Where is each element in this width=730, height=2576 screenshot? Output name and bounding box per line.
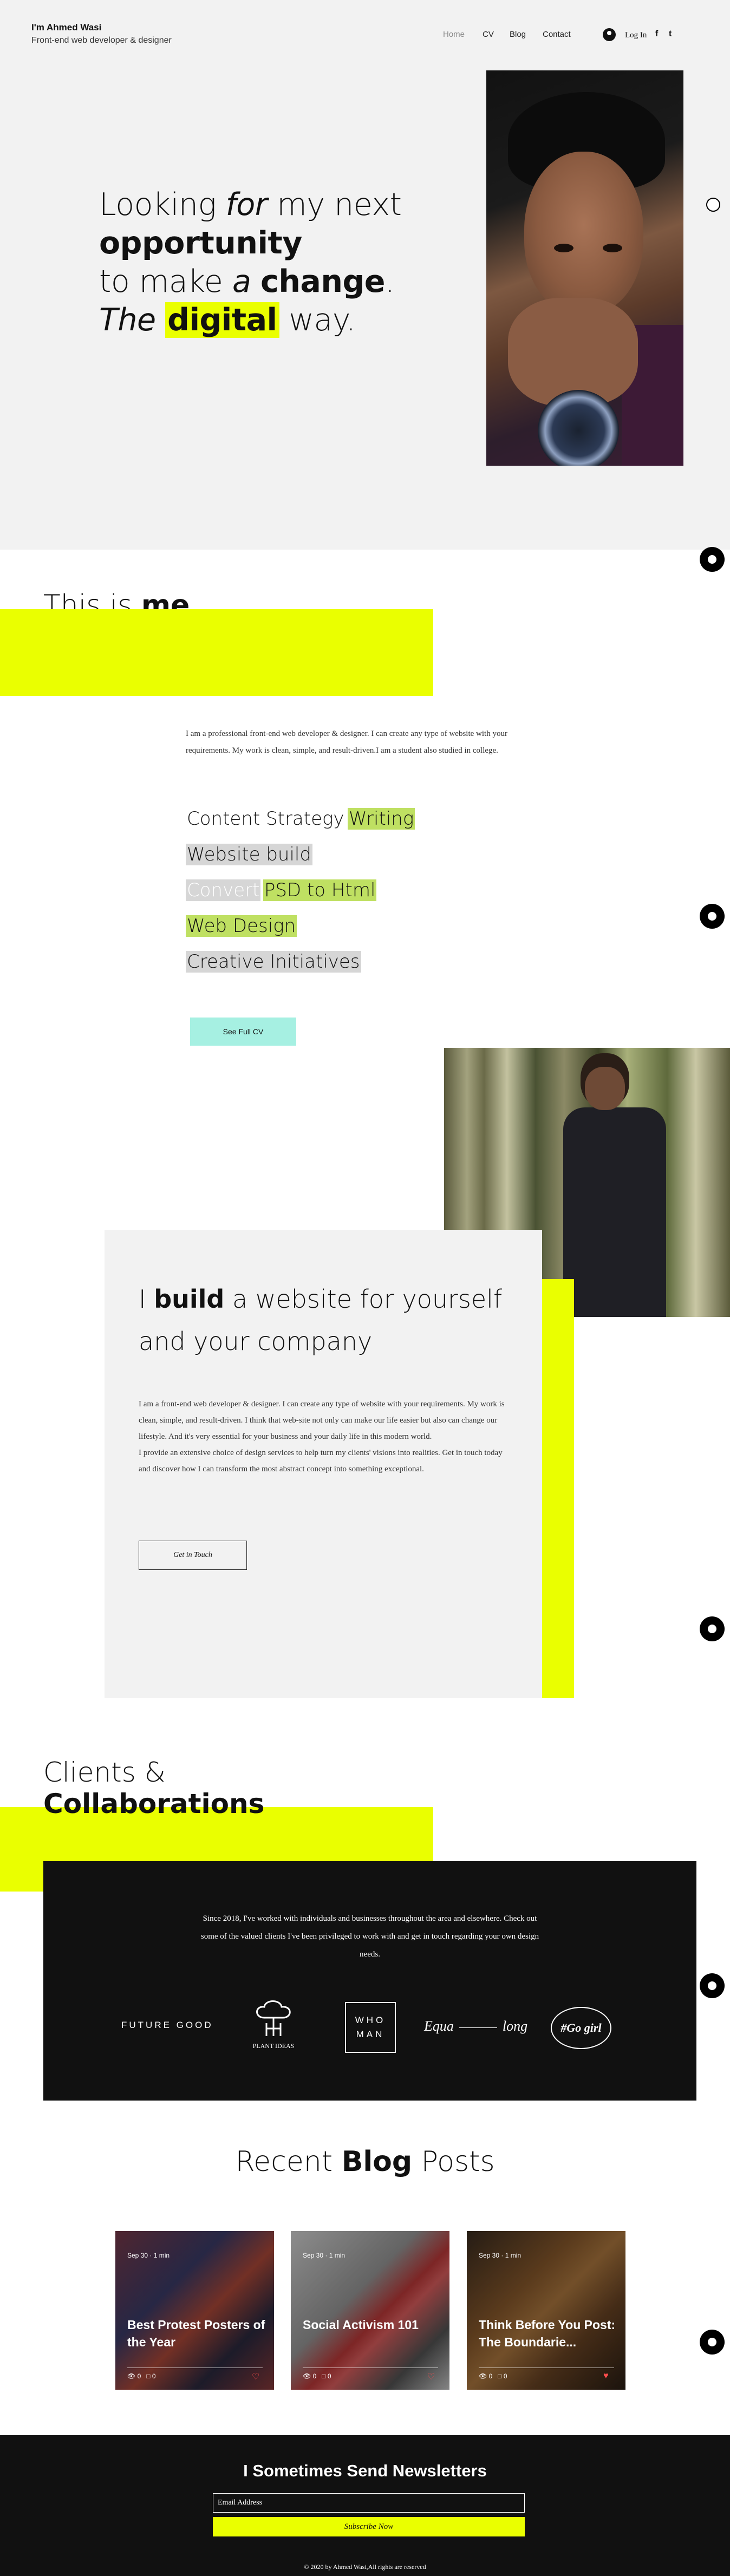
newsletter-title: I Sometimes Send Newsletters [243, 2461, 487, 2480]
facebook-icon[interactable]: f [655, 29, 658, 39]
blog-post-card[interactable]: Sep 30 · 1 min Social Activism 101 👁 0 □… [291, 2231, 449, 2390]
chat-icon[interactable] [700, 1616, 725, 1641]
post-meta: Sep 30 · 1 min [127, 2252, 170, 2259]
logo-equalong: Equa long [424, 2018, 528, 2034]
clients-text: Since 2018, I've worked with individuals… [200, 1914, 539, 1959]
copyright: © 2020 by Ahmed Wasi,All rights are rese… [304, 2563, 426, 2571]
logo-plant-ideas-text: PLANT IDEAS [252, 2042, 295, 2050]
nav-cv[interactable]: CV [483, 30, 494, 39]
skill-website-build: Website build [186, 844, 312, 865]
photo-person-body [563, 1107, 666, 1317]
skills-row-2: Website build [186, 844, 312, 865]
blog-title: Recent Blog Posts [235, 2145, 495, 2178]
hero-headline-line4: The digital way. [99, 302, 356, 338]
hero-headline-line2: opportunity [99, 225, 302, 261]
skills-row-4: Web Design [186, 915, 297, 937]
photo-person-face [585, 1067, 625, 1110]
blog-post-card[interactable]: Sep 30 · 1 min Best Protest Posters of t… [115, 2231, 274, 2390]
photo-face [524, 152, 643, 314]
chat-icon[interactable] [700, 2330, 725, 2355]
post-meta: Sep 30 · 1 min [303, 2252, 346, 2259]
logo-go-girl: #Go girl [551, 2007, 611, 2049]
logo-who-man: WHO MAN [345, 2002, 396, 2053]
chat-icon[interactable] [700, 1973, 725, 1998]
photo-eye-left [554, 244, 573, 252]
post-title[interactable]: Think Before You Post: The Boundarie... [479, 2316, 617, 2351]
hero-headline-line1: Looking for my next [99, 187, 402, 223]
heart-icon[interactable]: ♥ [603, 2371, 609, 2381]
site-header [0, 0, 730, 70]
post-meta: Sep 30 · 1 min [479, 2252, 522, 2259]
blog-post-card[interactable]: Sep 30 · 1 min Think Before You Post: Th… [467, 2231, 625, 2390]
heart-icon[interactable]: ♡ [252, 2371, 259, 2382]
logo-plant-ideas: PLANT IDEAS [249, 1999, 298, 2050]
site-name[interactable]: I'm Ahmed Wasi [31, 22, 101, 33]
clients-panel [43, 1861, 696, 2101]
post-stats: 👁 0 □ 0 [479, 2372, 507, 2380]
clients-title: Clients & Collaborations [43, 1757, 265, 1819]
nav-blog[interactable]: Blog [510, 30, 526, 39]
skill-psd-to-html: PSD to Html [263, 879, 377, 901]
nav-contact[interactable]: Contact [543, 30, 571, 39]
chat-icon[interactable] [700, 904, 725, 929]
plant-icon [256, 2000, 291, 2036]
user-avatar-icon[interactable] [603, 28, 616, 41]
build-text: I am a front-end web developer & designe… [139, 1400, 505, 1473]
skills-row-1: Content Strategy Writing [186, 808, 415, 830]
nav-home[interactable]: Home [443, 30, 465, 39]
skill-web-design: Web Design [186, 915, 297, 937]
heart-icon[interactable]: ♡ [427, 2371, 435, 2382]
skill-creative-initiatives: Creative Initiatives [186, 951, 361, 973]
accent-bar [0, 609, 433, 696]
skill-content-strategy: Content Strategy [187, 808, 344, 830]
post-stats: 👁 0 □ 0 [127, 2372, 156, 2380]
skill-convert: Convert [186, 879, 261, 901]
post-title[interactable]: Best Protest Posters of the Year [127, 2316, 266, 2351]
subscribe-button[interactable]: Subscribe Now [213, 2517, 525, 2536]
skills-row-3: Convert PSD to Html [186, 879, 377, 901]
post-title[interactable]: Social Activism 101 [303, 2316, 441, 2333]
post-stats: 👁 0 □ 0 [303, 2372, 331, 2380]
login-link[interactable]: Log In [625, 31, 647, 40]
get-in-touch-button[interactable]: Get in Touch [139, 1541, 247, 1570]
see-full-cv-button[interactable]: See Full CV [190, 1018, 296, 1046]
twitter-icon[interactable]: t [669, 29, 672, 39]
about-text: I am a professional front-end web develo… [186, 729, 507, 755]
hero-headline-line3: to make a change. [99, 264, 395, 299]
photo-eye-right [603, 244, 622, 252]
site-tagline: Front-end web developer & designer [31, 36, 172, 45]
build-title: I build a website for yourself and your … [139, 1284, 503, 1356]
email-field[interactable] [213, 2493, 525, 2513]
scroll-indicator-icon[interactable] [706, 198, 720, 212]
hero-portrait-photo [486, 70, 683, 466]
logo-future-good: FUTURE GOOD [121, 2020, 213, 2030]
skills-row-5: Creative Initiatives [186, 951, 361, 973]
photo-watch [538, 390, 619, 466]
chat-icon[interactable] [700, 547, 725, 572]
skill-writing: Writing [347, 808, 415, 830]
